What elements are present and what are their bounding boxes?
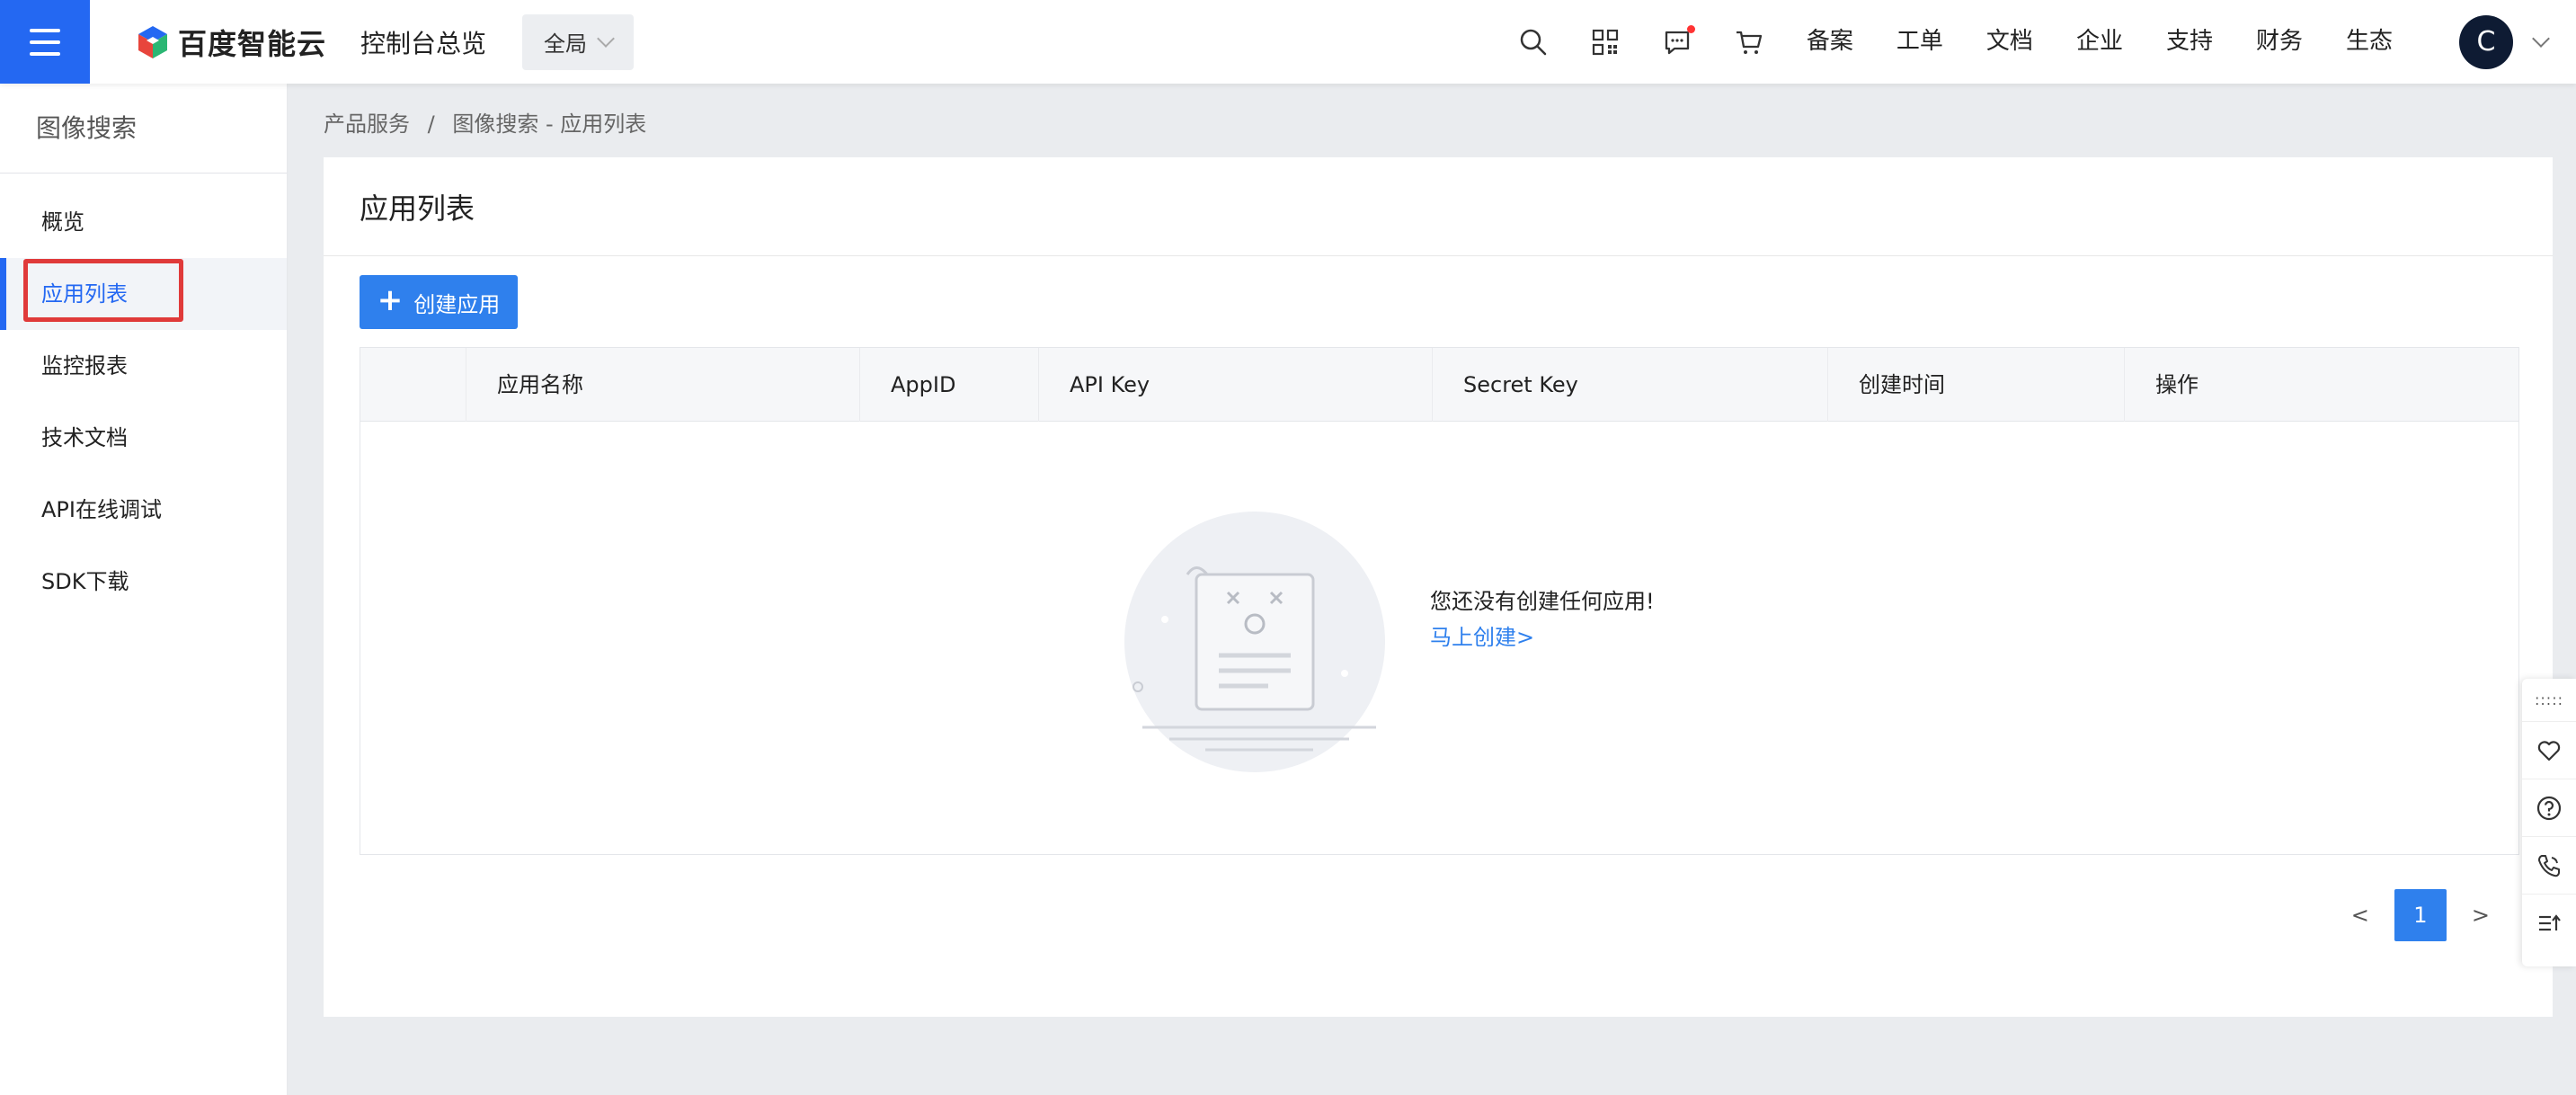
favorite-button[interactable] — [2522, 722, 2576, 779]
hamburger-menu-button[interactable] — [0, 0, 90, 84]
console-overview-link[interactable]: 控制台总览 — [360, 24, 486, 60]
breadcrumb-current: 图像搜索 - 应用列表 — [452, 111, 647, 137]
page-title: 应用列表 — [360, 191, 475, 226]
menu-line — [30, 40, 60, 44]
column-header-actions: 操作 — [2124, 348, 2518, 422]
create-app-label: 创建应用 — [413, 291, 501, 317]
sidebar-item-monitoring[interactable]: 监控报表 — [0, 330, 287, 402]
column-header-created-time: 创建时间 — [1827, 348, 2124, 422]
nav-link-beian[interactable]: 备案 — [1785, 0, 1875, 84]
sidebar-title: 图像搜索 — [0, 84, 287, 174]
column-header-checkbox — [360, 348, 466, 422]
region-value: 全局 — [544, 31, 588, 57]
nav-link-ticket[interactable]: 工单 — [1875, 0, 1965, 84]
sidebar-item-app-list[interactable]: 应用列表 — [0, 258, 287, 330]
breadcrumb-separator: / — [427, 111, 435, 137]
annotation-highlight-box — [23, 259, 183, 322]
grid-apps-icon — [1592, 29, 1618, 55]
help-button[interactable] — [2522, 779, 2576, 837]
sidebar-item-sdk-download[interactable]: SDK下载 — [0, 546, 287, 618]
help-question-icon — [2536, 796, 2562, 820]
contact-button[interactable] — [2522, 837, 2576, 895]
sidebar: 图像搜索 概览 应用列表 监控报表 技术文档 API在线调试 SDK下载 — [0, 84, 288, 1095]
create-app-button[interactable]: + 创建应用 — [360, 275, 518, 329]
cart-button[interactable] — [1713, 0, 1785, 84]
nav-link-enterprise[interactable]: 企业 — [2055, 0, 2145, 84]
plus-icon: + — [377, 282, 404, 318]
menu-line — [30, 28, 60, 32]
user-avatar[interactable]: C — [2459, 14, 2513, 69]
nav-link-finance[interactable]: 财务 — [2234, 0, 2324, 84]
nav-link-ecosystem[interactable]: 生态 — [2324, 0, 2414, 84]
empty-state-message: 您还没有创建任何应用! — [1430, 589, 1655, 614]
app-table: 应用名称 AppID API Key Secret Key 创建时间 操作 您还… — [360, 347, 2519, 855]
drag-handle-icon[interactable]: ::::: — [2522, 679, 2576, 722]
pagination: < 1 > — [2351, 889, 2490, 941]
baidu-cloud-logo[interactable]: 百度智能云 — [135, 22, 326, 63]
column-header-secret-key: Secret Key — [1432, 348, 1827, 422]
breadcrumb: 产品服务 / 图像搜索 - 应用列表 — [324, 106, 646, 138]
list-sort-up-icon — [2539, 914, 2561, 931]
sidebar-item-tech-docs[interactable]: 技术文档 — [0, 402, 287, 474]
sidebar-item-overview[interactable]: 概览 — [0, 186, 287, 258]
app-list-card: 应用列表 + 创建应用 应用名称 AppID API Key Secret Ke… — [324, 157, 2553, 1017]
back-to-top-button[interactable] — [2522, 895, 2576, 952]
chevron-down-icon — [597, 29, 615, 48]
card-header: 应用列表 — [324, 157, 2553, 256]
shopping-cart-icon — [1736, 31, 1763, 54]
chevron-down-icon[interactable] — [2532, 29, 2550, 48]
region-select[interactable]: 全局 — [522, 13, 635, 70]
empty-document-icon — [1124, 512, 1385, 772]
search-icon — [1520, 29, 1547, 55]
menu-line — [30, 51, 60, 56]
logo-text: 百度智能云 — [178, 26, 327, 61]
pagination-next-button[interactable]: > — [2472, 903, 2490, 928]
notification-dot — [1686, 25, 1695, 33]
nav-link-docs[interactable]: 文档 — [1965, 0, 2055, 84]
breadcrumb-parent[interactable]: 产品服务 — [324, 111, 410, 137]
logo-cube-icon — [138, 25, 167, 58]
column-header-api-key: API Key — [1038, 348, 1432, 422]
pagination-page-button[interactable]: 1 — [2394, 889, 2447, 941]
column-header-app-name: 应用名称 — [466, 348, 859, 422]
search-button[interactable] — [1497, 0, 1569, 84]
table-header: 应用名称 AppID API Key Secret Key 创建时间 操作 — [360, 348, 2518, 422]
create-now-link[interactable]: 马上创建> — [1430, 619, 1534, 651]
pagination-prev-button[interactable]: < — [2351, 903, 2369, 928]
sidebar-item-api-debug[interactable]: API在线调试 — [0, 474, 287, 546]
floating-toolbar: ::::: — [2522, 679, 2576, 966]
empty-state: 您还没有创建任何应用! 马上创建> — [360, 422, 2518, 855]
messages-button[interactable] — [1641, 0, 1713, 84]
heart-icon — [2537, 740, 2561, 761]
apps-button[interactable] — [1569, 0, 1641, 84]
phone-icon — [2538, 854, 2560, 877]
nav-link-support[interactable]: 支持 — [2145, 0, 2234, 84]
top-navigation-bar: 百度智能云 控制台总览 全局 备案 工单 文档 企业 支持 财务 生态 C — [0, 0, 2576, 84]
top-right-actions: 备案 工单 文档 企业 支持 财务 生态 C — [1497, 0, 2576, 84]
column-header-appid: AppID — [859, 348, 1038, 422]
